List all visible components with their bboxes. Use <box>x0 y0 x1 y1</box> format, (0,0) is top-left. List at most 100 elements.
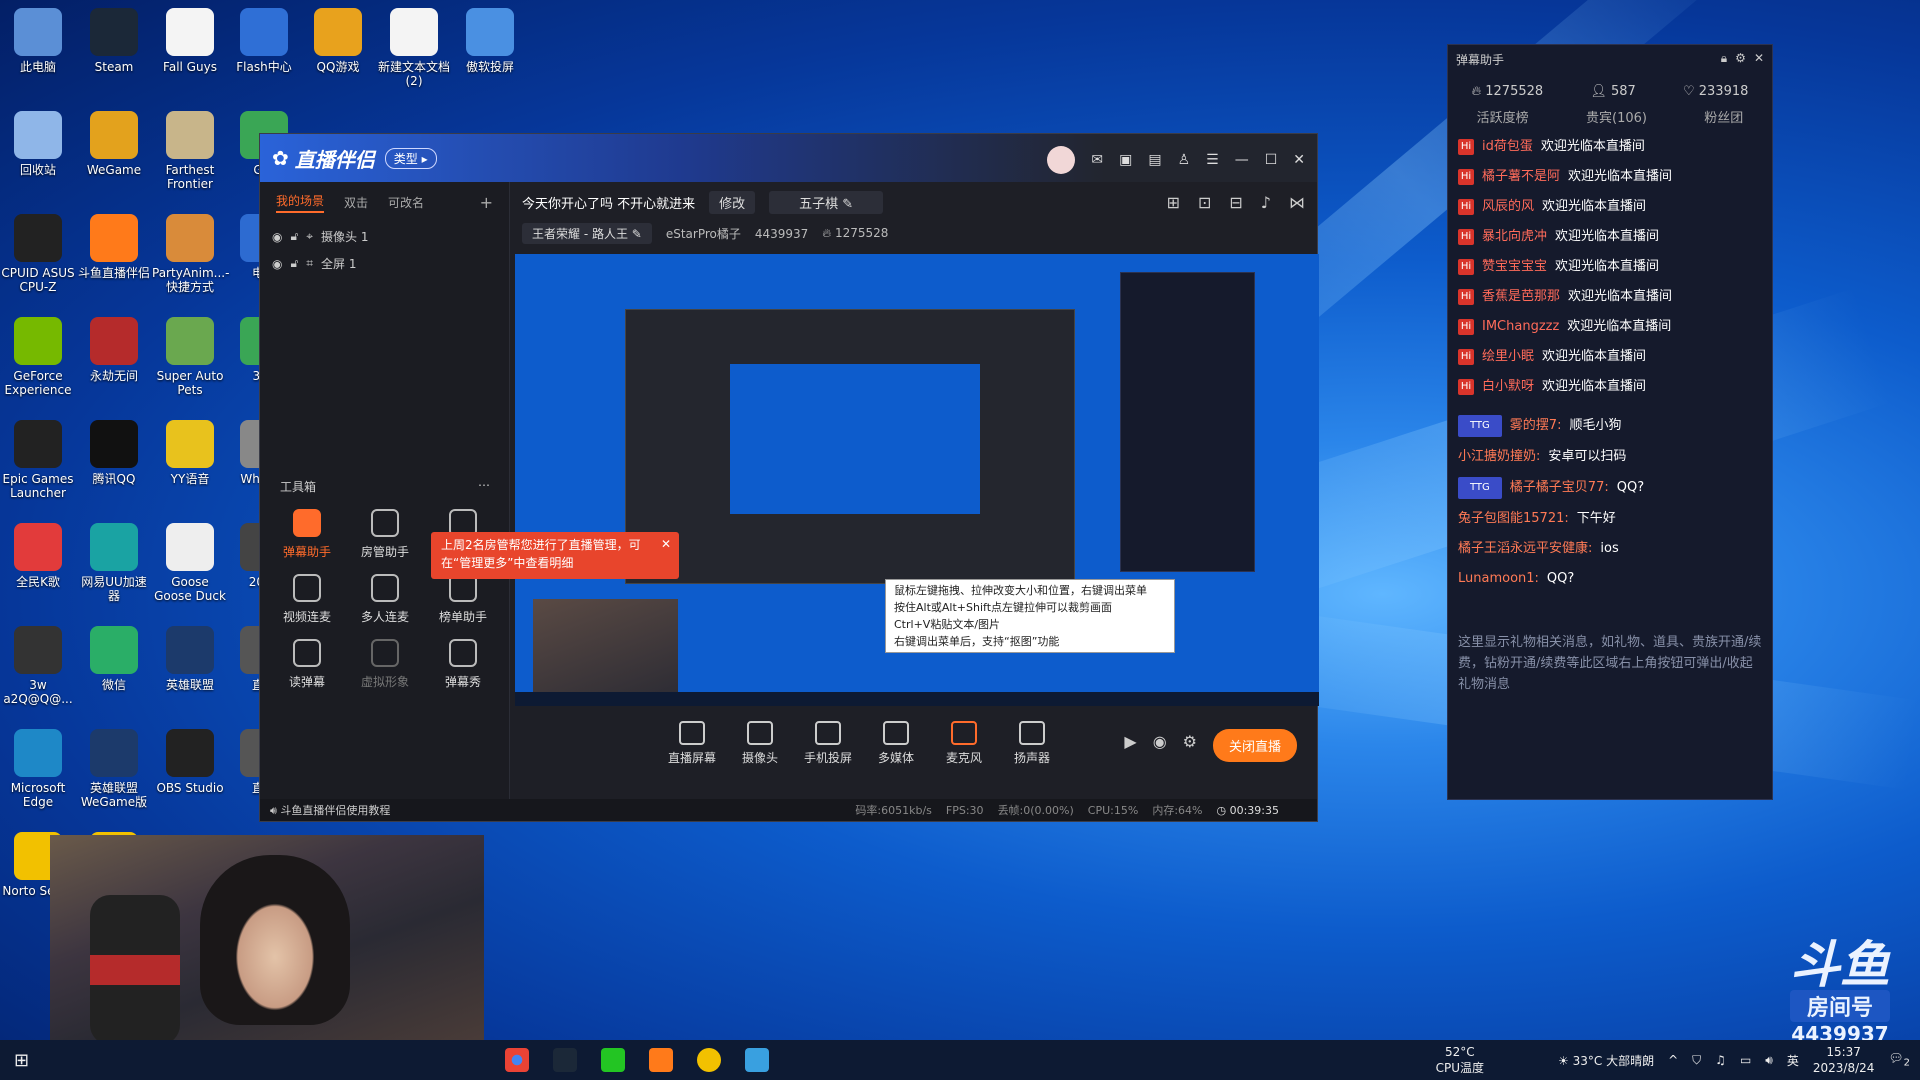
desktop-icon[interactable]: 3w a2Q@Q@... <box>0 626 76 706</box>
desktop-icon[interactable]: PartyAnim...- 快捷方式 <box>152 214 229 294</box>
tutorial-link[interactable]: 🔊︎ 斗鱼直播伴侣使用教程 <box>270 802 404 818</box>
tool-item[interactable]: 弹幕助手 <box>268 509 346 560</box>
yellow-app-icon[interactable] <box>697 1048 722 1072</box>
desktop-icon[interactable]: 英雄联盟 <box>152 626 228 692</box>
desktop-icon[interactable]: QQ游戏 <box>300 8 376 74</box>
source-button[interactable]: 麦克风 <box>930 720 998 766</box>
lock-icon[interactable]: 🔓︎ <box>290 256 298 271</box>
desktop-icon[interactable]: WeGame <box>76 111 152 177</box>
tool-item[interactable]: 读弹幕 <box>268 639 346 690</box>
desktop-icon[interactable]: 腾讯QQ <box>76 420 152 486</box>
edit-title-button[interactable]: 修改 <box>709 191 756 214</box>
minimize-icon[interactable]: — <box>1235 152 1249 168</box>
tool-item[interactable]: 房管助手 <box>346 509 424 560</box>
shirt-icon[interactable]: ♙ <box>1178 152 1191 168</box>
weather[interactable]: ☀ 33°C 大部晴朗 <box>1558 1052 1654 1069</box>
clock[interactable]: 15:37 2023/8/24 <box>1813 1044 1875 1076</box>
source-button[interactable]: 多媒体 <box>862 720 930 766</box>
menu-icon[interactable]: ☰ <box>1206 152 1219 168</box>
desktop-icon[interactable]: OBS Studio <box>152 729 228 795</box>
input-lang[interactable]: 英 <box>1787 1052 1799 1069</box>
game-tag[interactable]: 王者荣耀 - 路人王 ✎ <box>522 223 652 244</box>
blue-app-icon[interactable] <box>745 1048 770 1072</box>
eye-icon[interactable]: ◉ <box>272 257 282 271</box>
close-icon[interactable]: ✕ <box>1754 51 1764 68</box>
desktop-icon[interactable]: 傲软投屏 <box>452 8 528 74</box>
chrome-icon[interactable] <box>505 1048 530 1072</box>
layout-icon[interactable]: ▤ <box>1148 152 1161 168</box>
tab-renamable[interactable]: 可改名 <box>388 194 424 211</box>
tab-my-scenes[interactable]: 我的场景 <box>276 192 325 213</box>
volume-icon[interactable]: 🔊︎ <box>1765 1053 1773 1068</box>
desktop-icon[interactable]: Epic Games Launcher <box>0 420 76 500</box>
steam-icon[interactable] <box>553 1048 578 1072</box>
tab-vip[interactable]: 贵宾(106) <box>1586 107 1647 126</box>
desktop-icon[interactable]: 永劫无间 <box>76 317 152 383</box>
tool-item[interactable]: 弹幕秀 <box>424 639 502 690</box>
desktop-icon[interactable]: 全民K歌 <box>0 523 76 589</box>
network-icon[interactable]: ▭ <box>1740 1053 1751 1067</box>
more-icon[interactable]: ⋯ <box>478 478 490 495</box>
gift-icon[interactable]: ⊞ <box>1167 193 1180 212</box>
scene-item-fullscreen[interactable]: ◉ 🔓︎ ⌗ 全屏 1 <box>260 250 509 277</box>
stop-live-button[interactable]: 关闭直播 <box>1212 729 1297 762</box>
close-icon[interactable]: ✕ <box>1293 152 1305 168</box>
source-button[interactable]: 直播屏幕 <box>658 720 726 766</box>
maximize-icon[interactable]: ☐ <box>1265 152 1278 168</box>
scene-item-camera[interactable]: ◉ 🔓︎ ⌖ 摄像头 1 <box>260 223 509 250</box>
desktop-icon[interactable]: Fall Guys <box>152 8 228 74</box>
source-button[interactable]: 扬声器 <box>998 720 1066 766</box>
avatar[interactable] <box>1047 146 1076 174</box>
desktop-icon[interactable]: Super Auto Pets <box>152 317 228 397</box>
shield-icon[interactable]: ⛉ <box>1692 1053 1701 1068</box>
desktop-icon[interactable]: GeForce Experience <box>0 317 76 397</box>
stream-preview[interactable]: 鼠标左键拖拽、拉伸改变大小和位置，右键调出菜单 按住Alt或Alt+Shift点左… <box>515 254 1319 706</box>
tab-activity[interactable]: 活跃度榜 <box>1477 107 1529 126</box>
lock-icon[interactable]: 🔓︎ <box>290 229 298 244</box>
desktop-icon[interactable]: 英雄联盟WeGame版 <box>76 729 152 809</box>
eye-icon[interactable]: ◉ <box>272 230 282 244</box>
notification-icon[interactable]: 💬︎2 <box>1888 1051 1910 1068</box>
lock-icon[interactable]: 🔒︎ <box>1721 51 1727 68</box>
record-icon[interactable]: ▶ <box>1124 732 1136 751</box>
tab-double-click[interactable]: 双击 <box>344 194 368 211</box>
green-app-icon[interactable] <box>601 1048 626 1072</box>
desktop-icon[interactable]: 此电脑 <box>0 8 76 74</box>
desktop-icon[interactable]: Steam <box>76 8 152 74</box>
screen-icon[interactable]: ▣ <box>1119 152 1132 168</box>
add-scene-icon[interactable]: + <box>480 193 493 212</box>
preview-eye-icon[interactable]: ◉ <box>1153 732 1167 751</box>
gear-icon[interactable]: ⚙ <box>1735 51 1746 68</box>
toast-close-icon[interactable]: ✕ <box>661 535 671 553</box>
tool-item[interactable]: 视频连麦 <box>268 574 346 625</box>
source-button[interactable]: 摄像头 <box>726 720 794 766</box>
start-icon[interactable]: ⊞ <box>14 1050 29 1071</box>
desktop-icon[interactable]: 微信 <box>76 626 152 692</box>
type-pill[interactable]: 类型 ▸ <box>384 147 437 169</box>
tab-fans[interactable]: 粉丝团 <box>1704 107 1743 126</box>
desktop-icon[interactable]: 新建文本文档 (2) <box>376 8 452 88</box>
tool-item[interactable]: 多人连麦 <box>346 574 424 625</box>
tool-item[interactable]: 虚拟形象 <box>346 639 424 690</box>
desktop-icon[interactable]: YY语音 <box>152 420 228 486</box>
desktop-icon[interactable]: Flash中心 <box>226 8 302 74</box>
source-button[interactable]: 手机投屏 <box>794 720 862 766</box>
unlock-icon[interactable]: ⊡ <box>1198 193 1211 212</box>
desktop-icon[interactable]: 回收站 <box>0 111 76 177</box>
desktop-icon[interactable]: Microsoft Edge <box>0 729 76 809</box>
mail-icon[interactable]: ✉ <box>1091 152 1103 168</box>
desktop-icon[interactable]: CPUID ASUS CPU-Z <box>0 214 76 294</box>
category-tag[interactable]: 五子棋 ✎ <box>769 191 884 214</box>
desktop-icon[interactable]: 斗鱼直播伴侣 <box>76 214 152 280</box>
share-icon[interactable]: ⋈ <box>1289 193 1305 212</box>
tool-item[interactable]: 榜单助手 <box>424 574 502 625</box>
settings-icon[interactable]: ⚙ <box>1183 732 1197 751</box>
desktop-icon[interactable]: Farthest Frontier <box>152 111 228 191</box>
tray-arrow-icon[interactable]: ^ <box>1668 1053 1678 1067</box>
mic-icon[interactable]: ♫ <box>1715 1053 1726 1067</box>
douyu-icon[interactable] <box>649 1048 674 1072</box>
bell-icon[interactable]: ♪ <box>1261 193 1271 212</box>
desktop-icon[interactable]: 网易UU加速器 <box>76 523 152 603</box>
layout-icon[interactable]: ⊟ <box>1229 193 1242 212</box>
desktop-icon[interactable]: Goose Goose Duck <box>152 523 228 603</box>
